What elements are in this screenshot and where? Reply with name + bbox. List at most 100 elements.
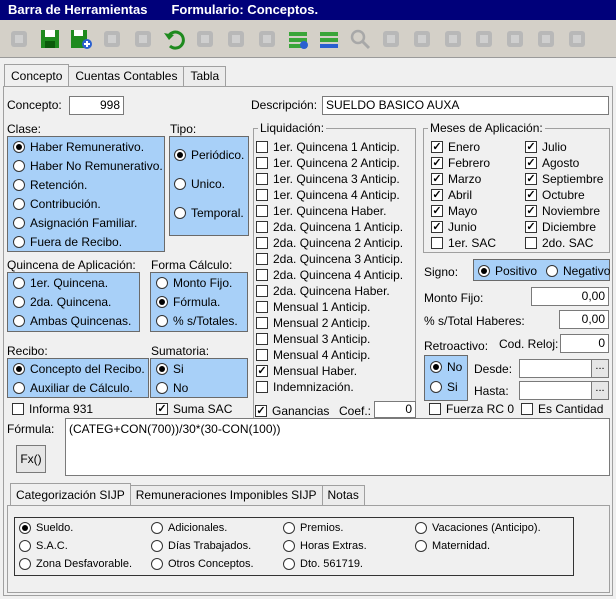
- checkbox-icon[interactable]: [256, 157, 268, 169]
- checkbox-icon[interactable]: [256, 301, 268, 313]
- mes-2do-sac[interactable]: 2do. SAC: [525, 236, 593, 250]
- radio-icon[interactable]: [13, 236, 25, 248]
- checkbox-icon[interactable]: [431, 237, 443, 249]
- tab-categorizacion-sijp[interactable]: Categorización SIJP: [10, 483, 131, 505]
- radio-icon[interactable]: [156, 315, 168, 327]
- checkbox-icon[interactable]: [256, 237, 268, 249]
- print-icon[interactable]: [500, 24, 529, 54]
- mes-1er-sac[interactable]: 1er. SAC: [431, 236, 496, 250]
- checkbox-icon[interactable]: [256, 269, 268, 281]
- radio-icon[interactable]: [283, 558, 295, 570]
- mes-abril[interactable]: ✓ Abril: [431, 188, 472, 202]
- radio-icon[interactable]: [13, 217, 25, 229]
- liquidacion-item-2da-quincena-haber[interactable]: 2da. Quincena Haber.: [256, 284, 390, 298]
- checkbox-icon[interactable]: [256, 349, 268, 361]
- formula-input[interactable]: (CATEG+CON(700))/30*(30-CON(100)): [65, 418, 610, 476]
- tab-remuneraciones-sijp[interactable]: Remuneraciones Imponibles SIJP: [129, 485, 323, 505]
- liquidacion-item-mensual-2-anticip[interactable]: Mensual 2 Anticip.: [256, 316, 370, 330]
- liquidacion-item-mensual-haber[interactable]: ✓ Mensual Haber.: [256, 364, 357, 378]
- radio-icon[interactable]: [13, 277, 25, 289]
- radio-icon[interactable]: [151, 540, 163, 552]
- informa-931-checkbox[interactable]: Informa 931: [12, 402, 93, 416]
- forma-option-formula[interactable]: Fórmula.: [156, 295, 220, 309]
- home-icon[interactable]: [562, 24, 591, 54]
- sumatoria-option-si[interactable]: Si: [156, 362, 184, 376]
- film-icon[interactable]: [221, 24, 250, 54]
- sumatoria-option-no[interactable]: No: [156, 381, 188, 395]
- descripcion-input[interactable]: SUELDO BASICO AUXA: [322, 96, 609, 115]
- liquidacion-item-mensual-1-anticip[interactable]: Mensual 1 Anticip.: [256, 300, 370, 314]
- liquidacion-item-1er-quincena-2-anticip[interactable]: 1er. Quincena 2 Anticip.: [256, 156, 400, 170]
- clase-option-haber-remunerativo[interactable]: Haber Remunerativo.: [13, 140, 144, 154]
- sijp-option-zona-desfavorable[interactable]: Zona Desfavorable.: [19, 558, 132, 570]
- tipo-option-periodico[interactable]: Periódico.: [174, 148, 244, 162]
- checkbox-icon[interactable]: ✓: [525, 141, 537, 153]
- tab-cuentas-contables[interactable]: Cuentas Contables: [68, 66, 185, 86]
- retro-option-si[interactable]: Si: [430, 380, 458, 394]
- checkbox-icon[interactable]: ✓: [431, 221, 443, 233]
- retro-option-no[interactable]: No: [430, 360, 462, 374]
- mes-junio[interactable]: ✓ Junio: [431, 220, 477, 234]
- coef-input[interactable]: 0: [374, 401, 416, 418]
- radio-icon[interactable]: [174, 149, 186, 161]
- quincena-option-1er-quincena[interactable]: 1er. Quincena.: [13, 276, 108, 290]
- clase-option-fuera-de-recibo[interactable]: Fuera de Recibo.: [13, 235, 122, 249]
- sijp-option-sueldo[interactable]: Sueldo.: [19, 522, 73, 534]
- checkbox-icon[interactable]: [256, 141, 268, 153]
- sijp-option-otros-conceptos[interactable]: Otros Conceptos.: [151, 558, 254, 570]
- sijp-option-vacaciones-anticipo[interactable]: Vacaciones (Anticipo).: [415, 522, 541, 534]
- cod-reloj-input[interactable]: 0: [560, 334, 609, 353]
- sijp-option-horas-extras[interactable]: Horas Extras.: [283, 540, 367, 552]
- liquidacion-item-1er-quincena-3-anticip[interactable]: 1er. Quincena 3 Anticip.: [256, 172, 400, 186]
- liquidacion-item-2da-quincena-1-anticip[interactable]: 2da. Quincena 1 Anticip.: [256, 220, 403, 234]
- ganancias-box[interactable]: ✓: [255, 405, 267, 417]
- checkbox-icon[interactable]: [525, 237, 537, 249]
- radio-icon[interactable]: [156, 363, 168, 375]
- checkbox-icon[interactable]: [256, 253, 268, 265]
- sijp-option-dto-561719[interactable]: Dto. 561719.: [283, 558, 363, 570]
- ganancias-checkbox[interactable]: ✓ Ganancias: [255, 404, 329, 418]
- radio-icon[interactable]: [415, 522, 427, 534]
- tipo-option-unico[interactable]: Unico.: [174, 177, 225, 191]
- sijp-option-adicionales[interactable]: Adicionales.: [151, 522, 227, 534]
- edit-icon[interactable]: [97, 24, 126, 54]
- checkbox-icon[interactable]: ✓: [431, 205, 443, 217]
- radio-icon[interactable]: [156, 382, 168, 394]
- radio-icon[interactable]: [13, 141, 25, 153]
- suma-sac-checkbox[interactable]: ✓ Suma SAC: [156, 402, 232, 416]
- sijp-option-s-a-c[interactable]: S.A.C.: [19, 540, 68, 552]
- es-cantidad-box[interactable]: [521, 403, 533, 415]
- radio-icon[interactable]: [19, 540, 31, 552]
- radio-icon[interactable]: [478, 265, 490, 277]
- liquidacion-item-indemnizacion[interactable]: Indemnización.: [256, 380, 354, 394]
- radio-icon[interactable]: [430, 381, 442, 393]
- checkbox-icon[interactable]: ✓: [525, 189, 537, 201]
- checkbox-icon[interactable]: [256, 205, 268, 217]
- radio-icon[interactable]: [174, 178, 186, 190]
- tipo-option-temporal[interactable]: Temporal.: [174, 206, 244, 220]
- mes-julio[interactable]: ✓ Julio: [525, 140, 567, 154]
- signo-option-negativo[interactable]: Negativo: [546, 264, 610, 278]
- desde-picker-button[interactable]: ...: [591, 359, 609, 378]
- checkbox-icon[interactable]: [256, 317, 268, 329]
- tab-tabla[interactable]: Tabla: [183, 66, 227, 86]
- add-rows-icon[interactable]: [283, 24, 312, 54]
- liquidacion-item-2da-quincena-4-anticip[interactable]: 2da. Quincena 4 Anticip.: [256, 268, 403, 282]
- sijp-option-dias-trabajados[interactable]: Días Trabajados.: [151, 540, 251, 552]
- checkbox-icon[interactable]: ✓: [525, 173, 537, 185]
- checkbox-icon[interactable]: ✓: [525, 221, 537, 233]
- clase-option-contribucion[interactable]: Contribución.: [13, 197, 101, 211]
- tab-notas[interactable]: Notas: [321, 485, 365, 505]
- save-new-icon[interactable]: [66, 24, 95, 54]
- mes-febrero[interactable]: ✓ Febrero: [431, 156, 490, 170]
- next-last-icon[interactable]: [469, 24, 498, 54]
- liquidacion-item-2da-quincena-2-anticip[interactable]: 2da. Quincena 2 Anticip.: [256, 236, 403, 250]
- radio-icon[interactable]: [13, 198, 25, 210]
- checkbox-icon[interactable]: [256, 189, 268, 201]
- checkbox-icon[interactable]: ✓: [431, 141, 443, 153]
- mes-marzo[interactable]: ✓ Marzo: [431, 172, 481, 186]
- radio-icon[interactable]: [13, 363, 25, 375]
- radio-icon[interactable]: [546, 265, 558, 277]
- radio-icon[interactable]: [151, 522, 163, 534]
- radio-icon[interactable]: [415, 540, 427, 552]
